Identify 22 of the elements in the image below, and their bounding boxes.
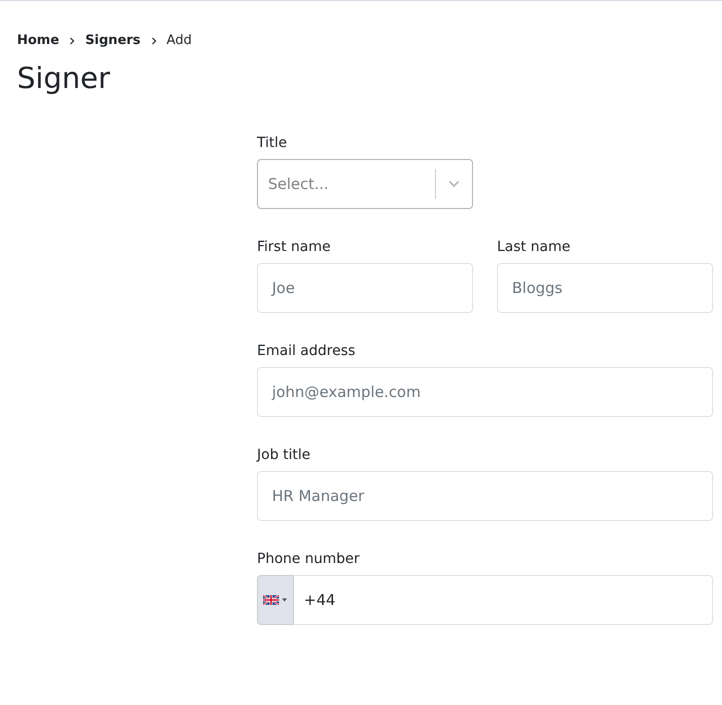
page-title: Signer [17,61,112,95]
breadcrumb-current: Add [166,33,192,48]
field-label: Last name [497,239,572,255]
caret-icon [282,598,288,602]
breadcrumb-link[interactable]: Signers [85,33,141,48]
field-label: Job title [257,447,312,463]
chevron-down-icon [448,180,460,188]
chevron-icon [150,36,157,44]
field-label: Email address [257,343,356,359]
email-field[interactable]: john@example.com [257,367,713,417]
country-picker[interactable] [257,575,294,625]
phone-field[interactable]: +44 [294,575,713,625]
breadcrumb-link[interactable]: Home [17,33,60,48]
field-label: Phone number [257,551,360,567]
field-label: Title [257,135,288,151]
field-label: First name [257,239,332,255]
chevron-icon [69,36,76,44]
last-name-field[interactable]: Bloggs [497,263,713,313]
first-name-field[interactable]: Joe [257,263,473,313]
title-select[interactable]: Select... [257,159,473,209]
flag-icon [263,595,280,605]
job-title-field[interactable]: HR Manager [257,471,713,521]
